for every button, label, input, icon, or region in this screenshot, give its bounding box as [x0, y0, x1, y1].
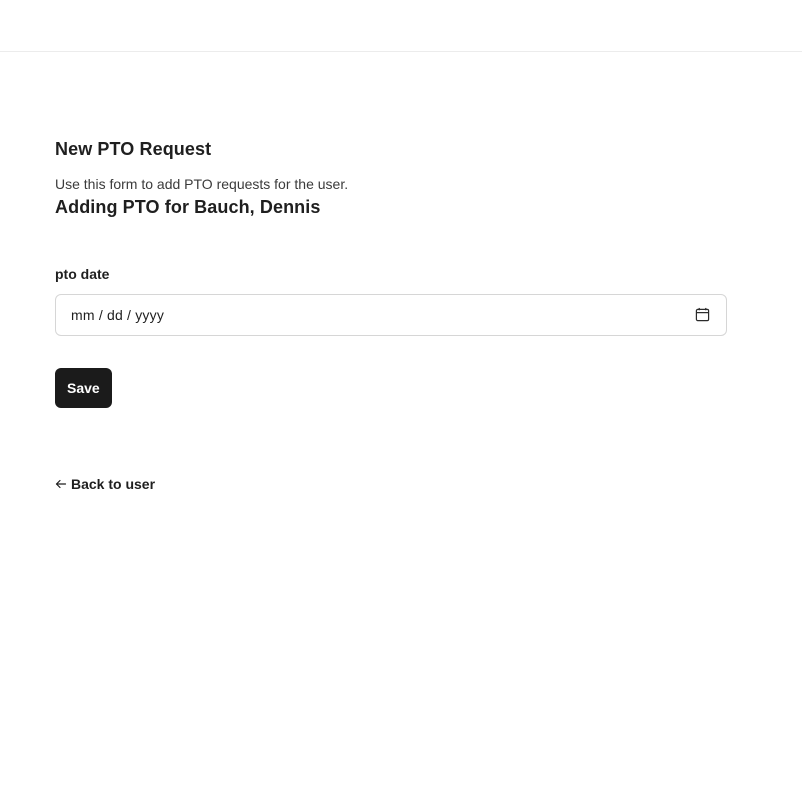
page-description: Use this form to add PTO requests for th… [55, 176, 349, 192]
pto-request-form: New PTO Request Use this form to add PTO… [55, 137, 727, 492]
pto-date-placeholder: mm / dd / yyyy [71, 307, 165, 323]
back-to-user-label: Back to user [71, 476, 156, 492]
pto-date-label: pto date [55, 266, 110, 282]
arrow-left-icon [55, 479, 67, 489]
save-button[interactable]: Save [55, 368, 112, 408]
user-subtitle: Adding PTO for Bauch, Dennis [55, 197, 321, 217]
back-to-user-link[interactable]: Back to user [55, 476, 727, 492]
page-title: New PTO Request [55, 139, 212, 159]
pto-date-input[interactable]: mm / dd / yyyy [55, 294, 727, 336]
top-bar [0, 0, 802, 52]
calendar-icon[interactable] [695, 307, 710, 322]
